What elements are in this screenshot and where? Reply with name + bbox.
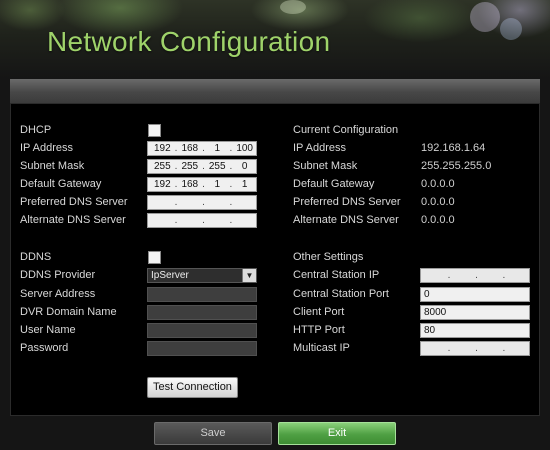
ddns-checkbox[interactable] [148, 251, 161, 264]
current-config-heading: Current Configuration [293, 124, 399, 136]
save-button[interactable]: Save [154, 422, 272, 445]
current-gateway-label: Default Gateway [293, 178, 375, 190]
octet [451, 342, 474, 355]
exit-button[interactable]: Exit [278, 422, 396, 445]
bokeh-light [500, 18, 522, 40]
octet [506, 342, 529, 355]
password-label: Password [20, 342, 69, 354]
current-adns-label: Alternate DNS Server [293, 214, 399, 226]
current-adns-value: 0.0.0.0 [421, 214, 455, 226]
client-port-input[interactable]: 8000 [420, 305, 530, 320]
user-name-input[interactable] [147, 323, 257, 338]
octet [151, 214, 174, 227]
server-address-input[interactable] [147, 287, 257, 302]
octet: 1 [241, 179, 248, 190]
ddns-provider-value: IpServer [151, 270, 189, 281]
central-station-port-input[interactable]: 0 [420, 287, 530, 302]
page-title: Network Configuration [47, 26, 331, 57]
ddns-provider-label: DDNS Provider [20, 269, 96, 281]
central-station-port-label: Central Station Port [293, 288, 389, 300]
default-gateway-input[interactable]: 192. 168. 1. 1 [147, 177, 257, 192]
octet [206, 196, 229, 209]
current-subnet-value: 255.255.255.0 [421, 160, 492, 172]
http-port-label: HTTP Port [293, 324, 345, 336]
preferred-dns-input[interactable]: . . . [147, 195, 257, 210]
header-banner: Network Configuration [0, 0, 550, 78]
dhcp-label: DHCP [20, 124, 52, 136]
octet: 255 [154, 161, 171, 172]
octet: 192 [154, 143, 171, 154]
octet: 168 [181, 143, 199, 154]
central-station-ip-label: Central Station IP [293, 269, 380, 281]
octet: 168 [181, 179, 199, 190]
current-ip-label: IP Address [293, 142, 346, 154]
octet [178, 214, 201, 227]
central-station-ip-input[interactable]: . . . [420, 268, 530, 283]
octet [178, 196, 201, 209]
user-name-label: User Name [20, 324, 76, 336]
subnet-mask-label: Subnet Mask [20, 160, 85, 172]
section-banner [10, 79, 540, 104]
bokeh-light [470, 2, 500, 32]
ip-address-label: IP Address [20, 142, 73, 154]
octet [151, 196, 174, 209]
octet: 255 [181, 161, 199, 172]
multicast-ip-input[interactable]: . . . [420, 341, 530, 356]
other-settings-heading: Other Settings [293, 251, 364, 263]
octet [451, 269, 474, 282]
octet: 1 [214, 179, 220, 190]
test-connection-button[interactable]: Test Connection [147, 377, 238, 398]
alternate-dns-input[interactable]: . . . [147, 213, 257, 228]
octet [479, 269, 502, 282]
current-ip-value: 192.168.1.64 [421, 142, 486, 154]
client-port-label: Client Port [293, 306, 345, 318]
octet [424, 342, 447, 355]
octet [506, 269, 529, 282]
ddns-provider-select[interactable]: IpServer ▼ [147, 268, 257, 283]
octet [424, 269, 447, 282]
octet: 255 [208, 161, 226, 172]
octet: 1 [214, 143, 220, 154]
password-input[interactable] [147, 341, 257, 356]
ip-address-input[interactable]: 192. 168. 1. 100 [147, 141, 257, 156]
multicast-ip-label: Multicast IP [293, 342, 350, 354]
octet [233, 214, 256, 227]
octet [206, 214, 229, 227]
chevron-down-icon[interactable]: ▼ [242, 269, 256, 282]
octet: 0 [241, 161, 248, 172]
octet: 100 [236, 143, 253, 154]
current-pdns-value: 0.0.0.0 [421, 196, 455, 208]
octet: 192 [154, 179, 171, 190]
http-port-input[interactable]: 80 [420, 323, 530, 338]
current-pdns-label: Preferred DNS Server [293, 196, 401, 208]
ddns-label: DDNS [20, 251, 52, 263]
server-address-label: Server Address [20, 288, 96, 300]
default-gateway-label: Default Gateway [20, 178, 102, 190]
preferred-dns-label: Preferred DNS Server [20, 196, 128, 208]
current-subnet-label: Subnet Mask [293, 160, 358, 172]
octet [479, 342, 502, 355]
current-gateway-value: 0.0.0.0 [421, 178, 455, 190]
dhcp-checkbox[interactable] [148, 124, 161, 137]
bokeh-light [280, 0, 306, 14]
octet [233, 196, 256, 209]
dvr-domain-input[interactable] [147, 305, 257, 320]
subnet-mask-input[interactable]: 255. 255. 255. 0 [147, 159, 257, 174]
dvr-domain-label: DVR Domain Name [20, 306, 117, 318]
alternate-dns-label: Alternate DNS Server [20, 214, 126, 226]
